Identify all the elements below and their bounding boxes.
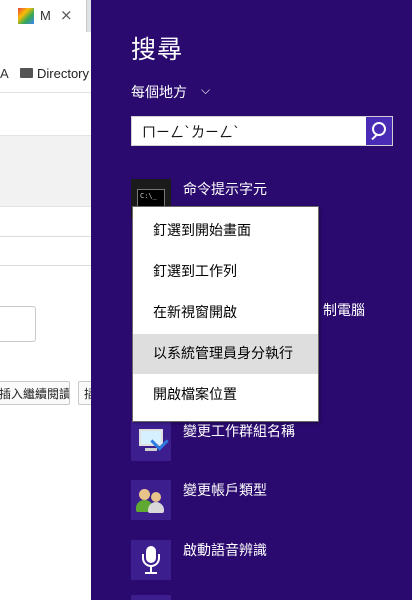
search-icon bbox=[372, 122, 386, 136]
search-icon-handle bbox=[371, 133, 378, 141]
menu-item-pin-to-start[interactable]: 釘選到開始畫面 bbox=[133, 211, 318, 251]
search-button[interactable] bbox=[366, 117, 392, 145]
menu-item-run-as-admin[interactable]: 以系統管理員身分執行 bbox=[133, 334, 318, 374]
search-query[interactable]: ㄇㄧㄥˋㄌㄧㄥˋ bbox=[142, 122, 240, 142]
microphone-base bbox=[145, 572, 157, 574]
users-icon bbox=[131, 480, 171, 520]
charm-title: 搜尋 bbox=[131, 35, 184, 64]
tab-strip: M × bbox=[0, 0, 91, 32]
microphone-icon bbox=[131, 540, 171, 580]
menu-item-open-new-window[interactable]: 在新視窗開啟 bbox=[133, 293, 318, 333]
monitor-icon-stand bbox=[145, 448, 157, 451]
monitor-icon bbox=[131, 421, 171, 461]
user-body-icon bbox=[148, 502, 164, 513]
search-input[interactable]: ㄇㄧㄥˋㄌㄧㄥˋ bbox=[131, 116, 393, 146]
result-label: 命令提示字元 bbox=[183, 182, 267, 198]
cmd-icon-glyph: C:\_ bbox=[140, 192, 157, 200]
tab-title: M bbox=[40, 8, 51, 23]
page-panel bbox=[0, 135, 91, 207]
close-tab-icon[interactable]: × bbox=[60, 6, 73, 24]
result-label: 啟動語音辨識 bbox=[183, 543, 267, 559]
divider bbox=[0, 265, 91, 266]
menu-item-pin-to-taskbar[interactable]: 釘選到工作列 bbox=[133, 252, 318, 292]
divider bbox=[0, 236, 91, 237]
bookmark-directory[interactable]: Directory bbox=[37, 66, 89, 81]
browser-window: M × A Directory 插入繼續閱讀 插 bbox=[0, 0, 91, 600]
tab-favicon-icon bbox=[18, 8, 34, 24]
result-change-workgroup[interactable]: 變更工作群組名稱 bbox=[131, 421, 401, 461]
folder-icon bbox=[20, 68, 33, 78]
text-input[interactable] bbox=[0, 306, 36, 342]
menu-item-open-file-location[interactable]: 開啟檔案位置 bbox=[133, 375, 318, 415]
user-head-icon bbox=[139, 489, 150, 500]
user-head-icon bbox=[151, 492, 161, 502]
insert-button[interactable]: 插 bbox=[78, 381, 91, 405]
search-scope-dropdown[interactable]: 每個地方 bbox=[131, 82, 187, 102]
bookmarks-bar: A Directory bbox=[0, 58, 91, 93]
result-icon-partial[interactable] bbox=[131, 595, 171, 600]
insert-read-more-button[interactable]: 插入繼續閱讀 bbox=[0, 381, 70, 405]
context-menu: 釘選到開始畫面 釘選到工作列 在新視窗開啟 以系統管理員身分執行 開啟檔案位置 bbox=[132, 206, 319, 422]
result-label: 變更帳戶類型 bbox=[183, 483, 267, 499]
browser-tab[interactable]: M × bbox=[0, 0, 87, 32]
result-control-panel-label[interactable]: 制電腦 bbox=[323, 300, 365, 320]
bookmark-prefix[interactable]: A bbox=[0, 66, 9, 81]
chevron-down-icon[interactable]: ⌵ bbox=[201, 83, 210, 98]
result-speech-recognition[interactable]: 啟動語音辨識 bbox=[131, 540, 401, 580]
result-label: 變更工作群組名稱 bbox=[183, 424, 295, 440]
result-change-account-type[interactable]: 變更帳戶類型 bbox=[131, 480, 401, 520]
microphone-arc bbox=[142, 554, 160, 567]
